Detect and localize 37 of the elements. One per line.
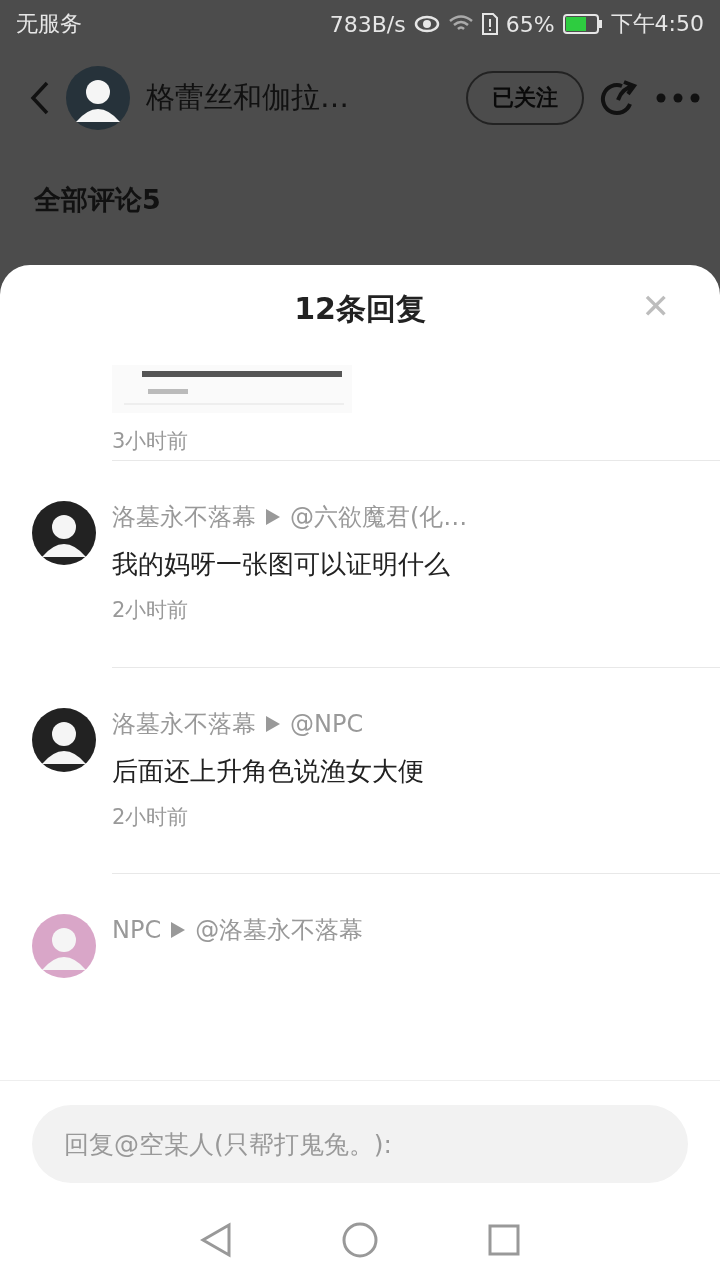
avatar: [32, 707, 96, 772]
section-title: 全部评论5: [33, 183, 162, 217]
network-speed: 783B/s: [329, 11, 406, 37]
reply-target[interactable]: @六欲魔君(化…: [290, 501, 468, 534]
reply-input[interactable]: 回复@空某人(只帮打鬼兔。):: [32, 1105, 688, 1183]
home-nav-icon[interactable]: [342, 1222, 378, 1258]
more-icon[interactable]: [656, 93, 700, 103]
clock: 下午4:50: [610, 10, 704, 38]
battery-icon: [562, 14, 603, 34]
timestamp: 2小时前: [112, 803, 190, 831]
account-title: 格蕾丝和伽拉…: [146, 79, 350, 116]
reply-text: 后面还上升角色说渔女大便: [112, 754, 424, 788]
avatar: [66, 66, 130, 130]
author-name[interactable]: NPC: [112, 916, 162, 945]
follow-button[interactable]: 已关注: [466, 71, 584, 125]
share-icon[interactable]: [600, 78, 640, 118]
timestamp: 2小时前: [112, 597, 190, 625]
back-nav-icon[interactable]: [200, 1222, 232, 1258]
play-icon: [266, 509, 280, 526]
eye-icon: [413, 15, 440, 33]
back-icon[interactable]: [30, 81, 50, 115]
close-button[interactable]: ✕: [635, 285, 676, 327]
author-name[interactable]: 洛墓永不落幕: [112, 501, 256, 534]
author-name[interactable]: 洛墓永不落幕: [112, 707, 256, 740]
reply-target[interactable]: @NPC: [290, 709, 364, 738]
avatar: [32, 914, 96, 979]
carrier-text: 无服务: [16, 10, 82, 38]
sheet-title: 12条回复: [294, 289, 426, 328]
sim-alert-icon: [481, 13, 498, 35]
avatar: [32, 501, 96, 566]
play-icon: [266, 715, 280, 732]
reply-text: 我的妈呀一张图可以证明什么: [112, 548, 451, 582]
battery-percent: 65%: [505, 11, 555, 37]
play-icon: [171, 922, 186, 939]
reply-target[interactable]: @洛墓永不落幕: [195, 914, 364, 947]
recents-nav-icon[interactable]: [488, 1224, 520, 1256]
timestamp: 3小时前: [112, 429, 189, 453]
